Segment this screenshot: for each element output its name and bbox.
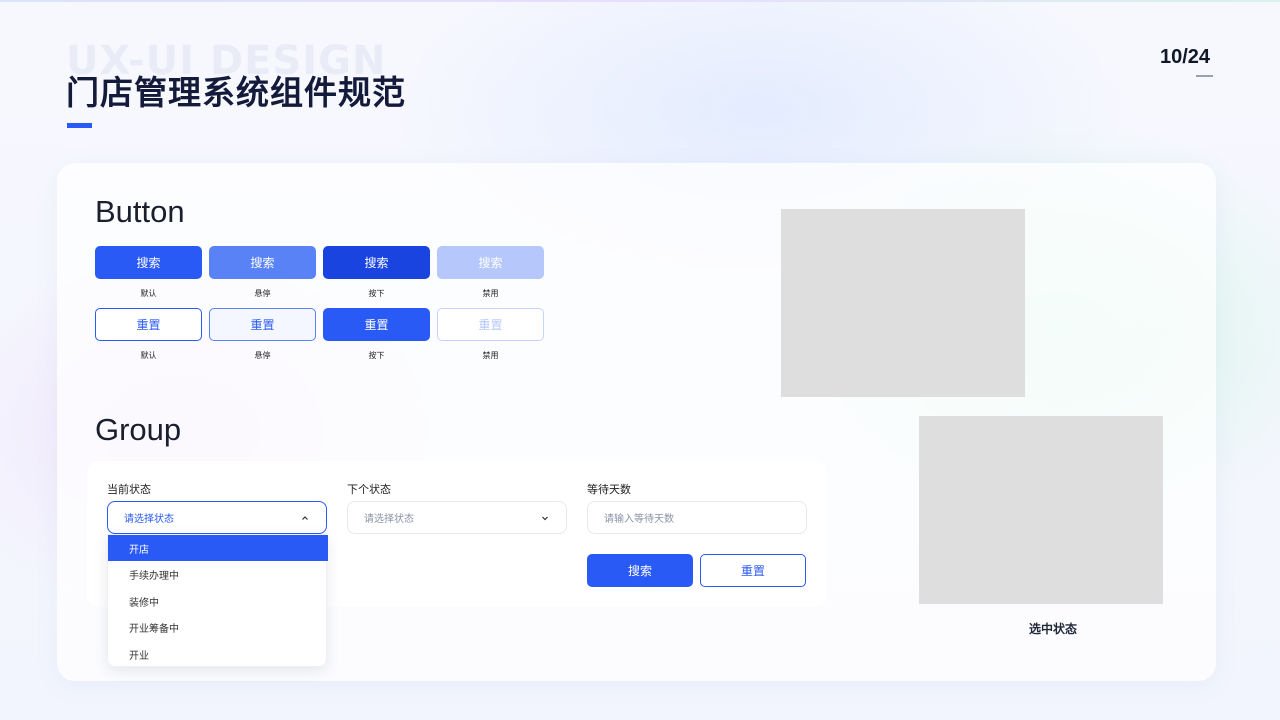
dropdown-option-preparing[interactable]: 开业筹备中 [108,614,328,640]
next-status-placeholder: 请选择状态 [364,514,414,525]
top-accent-line [0,0,1280,2]
title-accent-bar [67,123,92,128]
next-status-select[interactable]: 请选择状态 [347,501,567,534]
reset-button-hover[interactable]: 重置 [209,308,316,341]
wait-days-input[interactable]: 请输入等待天数 [587,501,807,534]
reset-button-disabled: 重置 [437,308,544,341]
dropdown-option-processing[interactable]: 手续办理中 [108,561,328,587]
state-label-pressed: 按下 [368,351,385,360]
chevron-down-icon [542,516,548,521]
wait-days-label: 等待天数 [587,483,631,496]
dropdown-option-opened[interactable]: 开业 [108,641,328,667]
wait-days-placeholder: 请输入等待天数 [604,514,674,525]
state-label-disabled: 禁用 [482,351,499,360]
current-status-label: 当前状态 [107,483,151,496]
state-label-disabled: 禁用 [482,289,499,298]
status-dropdown-menu: 开店 手续办理中 装修中 开业筹备中 开业 [107,534,328,667]
group-reset-button[interactable]: 重置 [700,554,806,587]
image-placeholder-bottom [919,416,1163,604]
state-label-hover: 悬停 [254,351,271,360]
image-placeholder-top [781,209,1025,397]
page-number-underline [1196,75,1213,77]
group-section-title: Group [95,412,182,447]
state-label-default: 默认 [140,289,157,298]
state-label-pressed: 按下 [368,289,385,298]
group-search-button[interactable]: 搜索 [587,554,693,587]
page-title: 门店管理系统组件规范 [66,73,406,112]
state-label-default: 默认 [140,351,157,360]
current-status-select[interactable]: 请选择状态 [107,501,327,534]
next-status-label: 下个状态 [347,483,391,496]
search-button-pressed[interactable]: 搜索 [323,246,430,279]
dropdown-option-renovating[interactable]: 装修中 [108,588,328,614]
chevron-up-icon [302,516,308,520]
current-status-placeholder: 请选择状态 [124,514,174,525]
reset-button-default[interactable]: 重置 [95,308,202,341]
button-section-title: Button [95,194,185,229]
search-button-default[interactable]: 搜索 [95,246,202,279]
search-button-hover[interactable]: 搜索 [209,246,316,279]
dropdown-option-open[interactable]: 开店 [108,535,328,561]
reset-button-pressed[interactable]: 重置 [323,308,430,341]
page-number: 10/24 [1160,46,1211,68]
state-label-hover: 悬停 [254,289,271,298]
selected-state-caption: 选中状态 [1028,622,1077,636]
search-button-disabled: 搜索 [437,246,544,279]
